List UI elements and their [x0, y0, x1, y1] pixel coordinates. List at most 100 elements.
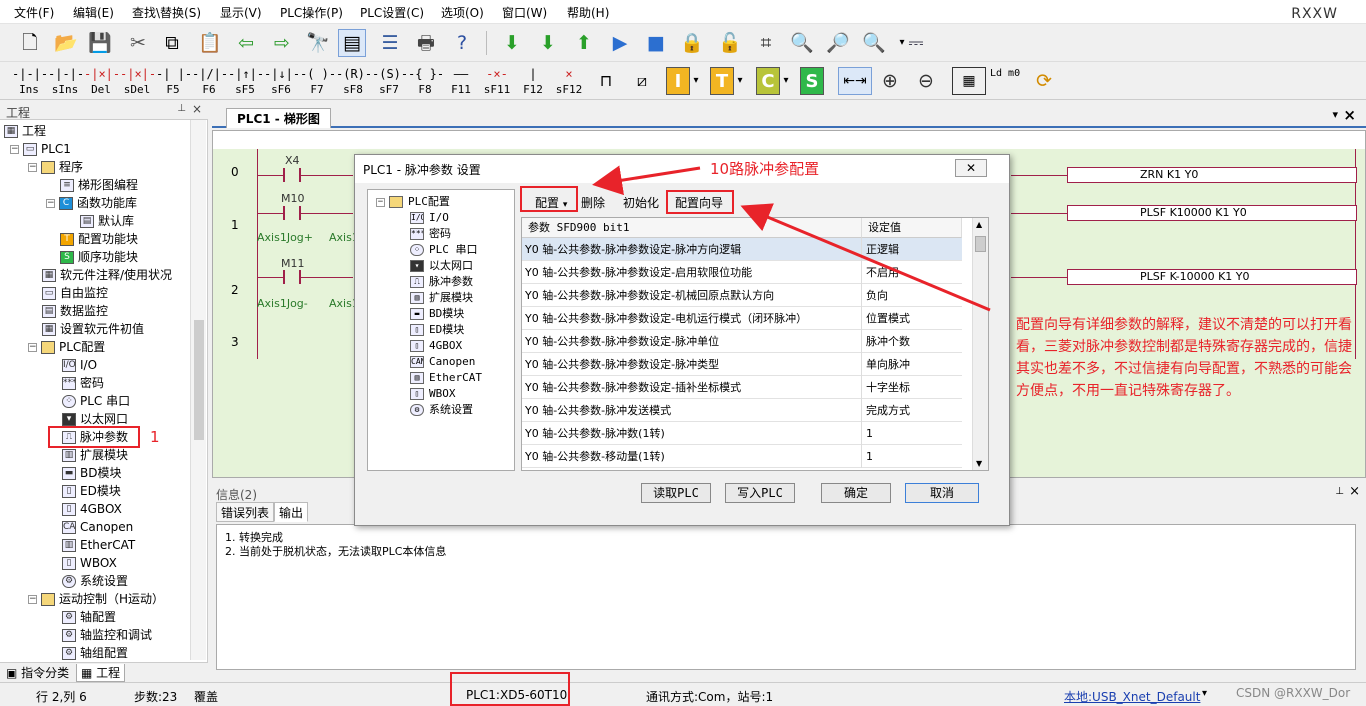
run-icon[interactable]: ▶ — [606, 29, 634, 57]
refresh-icon[interactable]: ⟳ — [1030, 67, 1058, 95]
tree-item-expansion[interactable]: ▥ 扩展模块 — [62, 446, 128, 464]
zoom-in-icon[interactable]: ⊕ — [876, 67, 904, 95]
undo-icon[interactable]: ⇦ — [232, 29, 260, 57]
instruction-zrn[interactable]: ZRN K1 Y0 — [1067, 167, 1357, 183]
tree-item-device-comment[interactable]: ▦ 软元件注释/使用状况 — [42, 266, 172, 284]
menu-options[interactable]: 选项(O) — [441, 4, 484, 21]
cut-icon[interactable]: ✂ — [124, 29, 152, 57]
local-connection[interactable]: 本地:USB_Xnet_Default — [1064, 688, 1200, 705]
dlg-tree-ethercat[interactable]: ▥ EtherCAT — [410, 370, 482, 386]
tree-item-system-settings[interactable]: ⚙ 系统设置 — [62, 572, 128, 590]
tab-project[interactable]: ▦ 工程 — [76, 664, 126, 682]
tree-item-plc-config[interactable]: − PLC配置 — [28, 338, 105, 356]
dlg-tree-ethernet[interactable]: ▾ 以太网口 — [410, 258, 473, 274]
dlg-tree-canopen[interactable]: CANCanopen — [410, 354, 475, 370]
falling-edge-button[interactable]: -|↓|- sF6 — [264, 65, 298, 99]
zoom-table-icon[interactable]: 🔍 — [788, 29, 816, 57]
vertical-line-button[interactable]: | F12 — [516, 65, 550, 99]
delete-column-button[interactable]: -|×|- sDel — [120, 65, 154, 99]
tree-item-serial-port[interactable]: ⁘ PLC 串口 — [62, 392, 130, 410]
collapse-icon[interactable]: − — [10, 144, 19, 154]
print-icon[interactable]: 🖶 — [412, 29, 440, 57]
contact-m10[interactable] — [283, 206, 301, 220]
table-row[interactable]: Y0 轴-公共参数-脉冲参数设定-脉冲单位 脉冲个数 — [522, 330, 962, 353]
dlg-tree-pulse-params[interactable]: ⎍ 脉冲参数 — [410, 274, 473, 290]
dlg-tree-ed-module[interactable]: ▯ ED模块 — [410, 322, 464, 338]
tab-plc1-ladder[interactable]: PLC1 - 梯形图 — [226, 108, 331, 128]
help-icon[interactable]: ? — [448, 29, 476, 57]
tree-item-axis-group[interactable]: ⚙ 轴组配置 — [62, 644, 128, 662]
reset-coil-button[interactable]: -(R)- sF8 — [336, 65, 370, 99]
tree-item-ed-module[interactable]: ▯ ED模块 — [62, 482, 121, 500]
tab-error-list[interactable]: 错误列表 — [216, 502, 275, 522]
tree-item-free-monitor[interactable]: ▭ 自由监控 — [42, 284, 108, 302]
table-row[interactable]: Y0 轴-公共参数-脉冲参数设定-电机运行模式（闭环脉冲） 位置模式 — [522, 307, 962, 330]
unlock-icon[interactable]: 🔓 — [716, 29, 744, 57]
dlg-tree-plc-config[interactable]: − PLC配置 — [376, 194, 450, 210]
chevron-down-icon[interactable]: ▾ — [734, 67, 746, 95]
tree-item-plc1[interactable]: − ▭ PLC1 — [10, 140, 71, 158]
scroll-up-icon[interactable]: ▲ — [976, 220, 982, 229]
initialize-button[interactable]: 初始化 — [619, 192, 663, 214]
insert-column-button[interactable]: -|-|- sIns — [48, 65, 82, 99]
contact-m11[interactable] — [283, 270, 301, 284]
no-contact-button[interactable]: -| |- F5 — [156, 65, 190, 99]
close-icon[interactable]: × — [192, 102, 202, 116]
new-file-icon[interactable]: 🗋 — [16, 29, 44, 57]
delete-vertical-button[interactable]: × sF12 — [552, 65, 586, 99]
download-all-icon[interactable]: ⬇ — [534, 29, 562, 57]
zoom-doc-icon[interactable]: 🔎 — [824, 29, 852, 57]
branch-icon[interactable]: ⊓ — [592, 67, 620, 95]
instruction-button[interactable]: -{ }- F8 — [408, 65, 442, 99]
tree-item-password[interactable]: *** 密码 — [62, 374, 104, 392]
tree-item-init-values[interactable]: ▦ 设置软元件初值 — [42, 320, 144, 338]
invert-icon[interactable]: ⧄ — [628, 67, 656, 95]
chevron-down-icon[interactable]: ▾ — [780, 67, 792, 95]
input-letter-icon[interactable]: I — [666, 67, 690, 95]
tree-item-project[interactable]: ▦ 工程 — [4, 122, 46, 140]
table-row[interactable]: Y0 轴-公共参数-脉冲参数设定-机械回原点默认方向 负向 — [522, 284, 962, 307]
menu-plc-settings[interactable]: PLC设置(C) — [360, 4, 424, 21]
contact-x4[interactable] — [283, 168, 301, 182]
table-row[interactable]: Y0 轴-公共参数-脉冲参数设定-插补坐标模式 十字坐标 — [522, 376, 962, 399]
tree-item-config-block[interactable]: T 配置功能块 — [60, 230, 138, 248]
state-letter-icon[interactable]: S — [800, 67, 824, 95]
instruction-plsf-reverse[interactable]: PLSF K-10000 K1 Y0 — [1067, 269, 1357, 285]
rising-edge-button[interactable]: -|↑|- sF5 — [228, 65, 262, 99]
instruction-plsf-forward[interactable]: PLSF K10000 K1 Y0 — [1067, 205, 1357, 221]
comment-toggle-icon[interactable]: ⇤⇥ — [838, 67, 872, 95]
tree-item-default-lib[interactable]: ▤ 默认库 — [80, 212, 134, 230]
menu-view[interactable]: 显示(V) — [220, 4, 262, 21]
stop-icon[interactable]: ■ — [642, 29, 670, 57]
collapse-icon[interactable]: − — [376, 197, 385, 207]
coil-button[interactable]: -( )- F7 — [300, 65, 334, 99]
open-folder-icon[interactable]: 📂 — [52, 29, 80, 57]
lock-icon[interactable]: 🔒 — [678, 29, 706, 57]
dlg-tree-4gbox[interactable]: ▯ 4GBOX — [410, 338, 462, 354]
connection-icon[interactable]: ⎓ — [902, 29, 930, 57]
find-icon[interactable]: 🔭 — [304, 29, 332, 57]
table-row[interactable]: Y0 轴-公共参数-脉冲数(1转) 1 — [522, 422, 962, 445]
tree-item-ladder[interactable]: ≡ 梯形图编程 — [60, 176, 138, 194]
tree-scrollbar[interactable] — [190, 120, 206, 660]
tree-item-sequence-block[interactable]: S 顺序功能块 — [60, 248, 138, 266]
close-button[interactable]: ✕ — [955, 159, 987, 177]
tree-item-motion-control[interactable]: − 运动控制（H运动） — [28, 590, 164, 608]
upload-icon[interactable]: ⬆ — [570, 29, 598, 57]
monitor-icon[interactable]: ⌗ — [752, 29, 780, 57]
horizontal-line-button[interactable]: —— F11 — [444, 65, 478, 99]
nc-contact-button[interactable]: -|/|- F6 — [192, 65, 226, 99]
ladder-view-icon[interactable]: ▤ — [338, 29, 366, 57]
tree-item-io[interactable]: I/O I/O — [62, 356, 97, 374]
table-row[interactable]: Y0 轴-公共参数-脉冲参数设定-启用软限位功能 不启用 — [522, 261, 962, 284]
zoom-menu-icon[interactable]: 🔍 — [860, 29, 888, 57]
pin-icon[interactable]: ⊥ — [177, 103, 186, 114]
counter-letter-icon[interactable]: C — [756, 67, 780, 95]
paste-icon[interactable]: 📋 — [196, 29, 224, 57]
menu-find-replace[interactable]: 查找\替换(S) — [132, 4, 201, 21]
dlg-tree-serial-port[interactable]: ⁘ PLC 串口 — [410, 242, 478, 258]
redo-icon[interactable]: ⇨ — [268, 29, 296, 57]
tree-item-bd-module[interactable]: ▬ BD模块 — [62, 464, 121, 482]
delete-button[interactable]: 删除 — [577, 192, 609, 214]
write-plc-button[interactable]: 写入PLC — [725, 483, 795, 503]
